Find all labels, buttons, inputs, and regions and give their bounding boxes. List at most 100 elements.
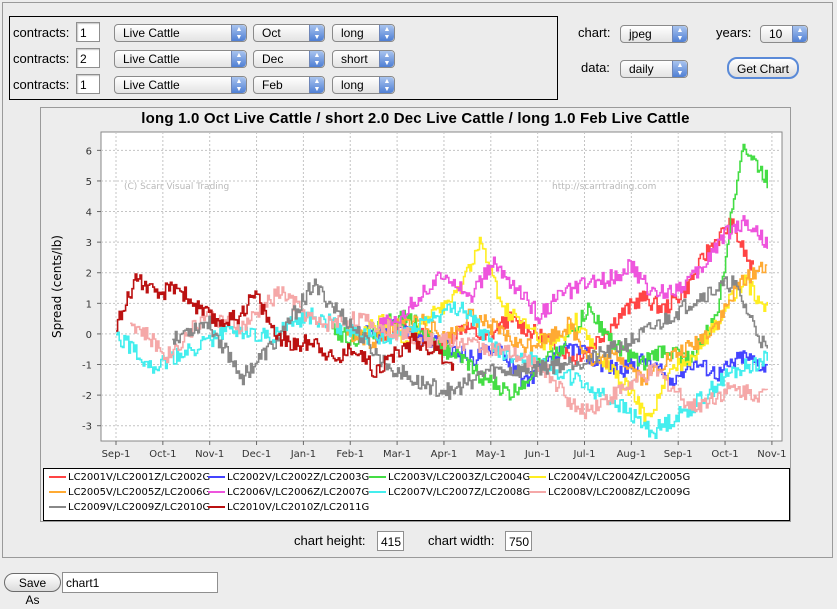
y-tick-label: 1 <box>86 299 92 310</box>
select-arrow-icon: ▲ ▼ <box>309 51 324 67</box>
legend-entry: LC2004V/LC2004Z/LC2005G <box>529 471 690 485</box>
legend-label: LC2008V/LC2008Z/LC2009G <box>548 487 691 498</box>
data-frequency-value: daily <box>629 62 654 76</box>
main-panel: contracts: 1 Live Cattle ▲ ▼ Oct ▲ ▼ long ▲ ▼ … <box>2 2 833 558</box>
select-arrow-icon: ▲ ▼ <box>309 77 324 93</box>
x-tick-label: Nov-1 <box>195 449 224 460</box>
y-axis-label: Spread (cents/lb) <box>50 235 64 338</box>
quantity-input[interactable]: 1 <box>76 74 100 94</box>
chart-panel: long 1.0 Oct Live Cattle / short 2.0 Dec… <box>40 107 791 522</box>
x-tick-label: Feb-1 <box>336 449 364 460</box>
y-tick-label: 2 <box>86 269 92 280</box>
legend-label: LC2005V/LC2005Z/LC2006G <box>68 487 211 498</box>
y-tick-label: 6 <box>86 146 92 157</box>
x-tick-label: Jan-1 <box>290 449 316 460</box>
legend-swatch <box>369 491 386 493</box>
chart-width-input[interactable]: 750 <box>505 531 532 551</box>
select-arrow-icon: ▲ ▼ <box>792 26 807 42</box>
commodity-value: Live Cattle <box>123 52 180 66</box>
commodity-value: Live Cattle <box>123 26 180 40</box>
legend-label: LC2002V/LC2002Z/LC2003G <box>227 472 370 483</box>
watermark-left: (C) Scarr Visual Trading <box>124 182 229 192</box>
side-value: long <box>341 26 364 40</box>
contracts-label: contracts: <box>13 25 70 40</box>
legend-swatch <box>529 491 546 493</box>
x-tick-label: Sep-1 <box>102 449 131 460</box>
side-select[interactable]: short ▲ ▼ <box>332 50 395 68</box>
data-frequency-select[interactable]: daily ▲ ▼ <box>620 60 688 78</box>
select-arrow-icon: ▲ ▼ <box>379 25 394 41</box>
years-label: years: <box>716 25 752 40</box>
x-tick-label: Jul-1 <box>572 449 595 460</box>
legend-entry: LC2009V/LC2009Z/LC2010G <box>49 501 210 515</box>
x-tick-label: Sep-1 <box>664 449 693 460</box>
commodity-select[interactable]: Live Cattle ▲ ▼ <box>114 50 247 68</box>
x-tick-label: May-1 <box>476 449 506 460</box>
x-tick-label: Dec-1 <box>242 449 271 460</box>
side-value: long <box>341 78 364 92</box>
month-value: Feb <box>262 78 283 92</box>
y-tick-label: -2 <box>82 391 92 402</box>
quantity-input[interactable]: 2 <box>76 48 100 68</box>
x-tick-label: Jun-1 <box>524 449 551 460</box>
chart-height-label: chart height: <box>294 533 366 548</box>
legend-label: LC2003V/LC2003Z/LC2004G <box>388 472 531 483</box>
commodity-select[interactable]: Live Cattle ▲ ▼ <box>114 24 247 42</box>
select-arrow-icon: ▲ ▼ <box>672 61 687 77</box>
x-tick-label: Aug-1 <box>617 449 647 460</box>
x-tick-label: Oct-1 <box>711 449 738 460</box>
save-as-button[interactable]: Save As <box>4 573 61 607</box>
commodity-select[interactable]: Live Cattle ▲ ▼ <box>114 76 247 94</box>
x-tick-label: Oct-1 <box>149 449 176 460</box>
select-arrow-icon: ▲ ▼ <box>379 77 394 93</box>
legend-entry: LC2003V/LC2003Z/LC2004G <box>369 471 530 485</box>
legend-label: LC2006V/LC2006Z/LC2007G <box>227 487 370 498</box>
y-tick-label: -1 <box>82 361 92 372</box>
years-select[interactable]: 10 ▲ ▼ <box>760 25 808 43</box>
y-tick-label: 5 <box>86 177 92 188</box>
contracts-form: contracts: 1 Live Cattle ▲ ▼ Oct ▲ ▼ long ▲ ▼ … <box>9 16 558 100</box>
chart-height-input[interactable]: 415 <box>377 531 404 551</box>
x-tick-label: Nov-1 <box>757 449 786 460</box>
legend-swatch <box>49 491 66 493</box>
y-tick-label: -3 <box>82 422 92 433</box>
select-arrow-icon: ▲ ▼ <box>379 51 394 67</box>
spread-chart: -3 -2 -1 0 1 2 3 4 5 6 Sep-1 Oct-1 Nov-1 Dec-1 Jan-1 Fe… <box>50 131 787 460</box>
legend-swatch <box>49 506 66 508</box>
x-tick-label: Mar-1 <box>383 449 411 460</box>
select-arrow-icon: ▲ ▼ <box>231 25 246 41</box>
month-select[interactable]: Dec ▲ ▼ <box>253 50 325 68</box>
month-value: Dec <box>262 52 284 66</box>
chart-format-label: chart: <box>578 25 611 40</box>
chart-legend: LC2001V/LC2001Z/LC2002G LC2002V/LC2002Z/L… <box>43 468 790 521</box>
legend-swatch <box>208 506 225 508</box>
legend-label: LC2010V/LC2010Z/LC2011G <box>227 502 370 513</box>
select-arrow-icon: ▲ ▼ <box>309 25 324 41</box>
legend-entry: LC2010V/LC2010Z/LC2011G <box>208 501 369 515</box>
contracts-label: contracts: <box>13 51 70 66</box>
contracts-label: contracts: <box>13 77 70 92</box>
filename-input[interactable]: chart1 <box>62 572 218 593</box>
legend-swatch <box>529 476 546 478</box>
side-select[interactable]: long ▲ ▼ <box>332 24 395 42</box>
legend-label: LC2004V/LC2004Z/LC2005G <box>548 472 691 483</box>
legend-label: LC2009V/LC2009Z/LC2010G <box>68 502 211 513</box>
legend-entry: LC2008V/LC2008Z/LC2009G <box>529 486 690 500</box>
select-arrow-icon: ▲ ▼ <box>672 26 687 42</box>
watermark-right: http://scarrtrading.com <box>552 182 656 192</box>
legend-label: LC2007V/LC2007Z/LC2008G <box>388 487 531 498</box>
legend-entry: LC2005V/LC2005Z/LC2006G <box>49 486 210 500</box>
get-chart-button[interactable]: Get Chart <box>727 57 799 79</box>
y-tick-label: 3 <box>86 238 92 249</box>
legend-swatch <box>369 476 386 478</box>
y-tick-label: 0 <box>86 330 92 341</box>
side-select[interactable]: long ▲ ▼ <box>332 76 395 94</box>
legend-entry: LC2002V/LC2002Z/LC2003G <box>208 471 369 485</box>
month-select[interactable]: Feb ▲ ▼ <box>253 76 325 94</box>
select-arrow-icon: ▲ ▼ <box>231 51 246 67</box>
quantity-input[interactable]: 1 <box>76 22 100 42</box>
month-value: Oct <box>262 26 281 40</box>
chart-format-select[interactable]: jpeg ▲ ▼ <box>620 25 688 43</box>
legend-entry: LC2007V/LC2007Z/LC2008G <box>369 486 530 500</box>
month-select[interactable]: Oct ▲ ▼ <box>253 24 325 42</box>
